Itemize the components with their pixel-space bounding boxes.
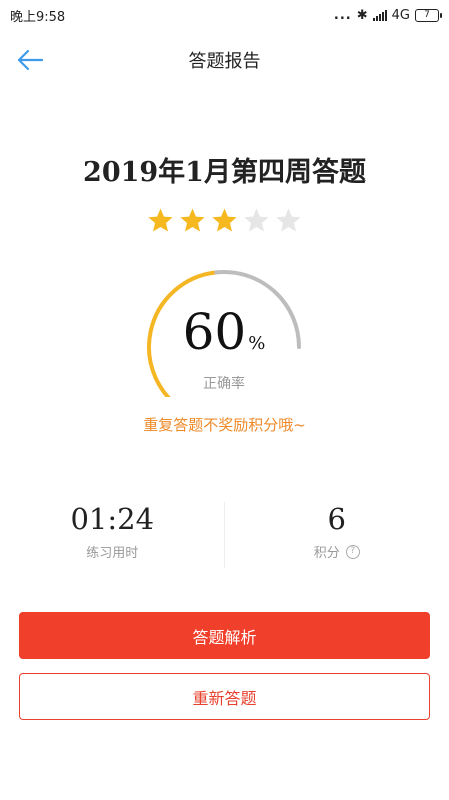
star-filled-icon — [212, 208, 237, 232]
points-stat: 6 积分 ? — [225, 500, 449, 570]
star-filled-icon — [180, 208, 205, 232]
answer-analysis-label: 答题解析 — [192, 627, 257, 647]
star-empty-icon — [244, 208, 269, 232]
status-bar: 晚上9:58 ... ✱ 4G 7 — [0, 0, 449, 30]
accuracy-value: 60% — [140, 307, 308, 357]
retry-quiz-label: 重新答题 — [192, 688, 257, 708]
stats-panel: 01:24 练习用时 6 积分 ? — [0, 500, 449, 570]
accuracy-gauge: 60% 正确率 — [140, 267, 308, 397]
no-reward-note: 重复答题不奖励积分哦~ — [143, 416, 306, 434]
bluetooth-icon: ✱ — [356, 7, 368, 23]
accuracy-label: 正确率 — [203, 376, 245, 392]
practice-time-label: 练习用时 — [86, 546, 139, 561]
more-dots-icon: ... — [333, 7, 352, 23]
signal-icon — [372, 9, 387, 21]
practice-time-value: 01:24 — [70, 502, 155, 536]
retry-quiz-button[interactable]: 重新答题 — [19, 673, 430, 720]
header: 答题报告 — [0, 38, 449, 82]
battery-icon: 7 — [415, 8, 442, 22]
quiz-title: 2019年1月第四周答题 — [83, 157, 366, 188]
star-rating — [0, 207, 449, 234]
status-icons: ... ✱ 4G 7 — [333, 7, 442, 23]
practice-time-stat: 01:24 练习用时 — [0, 500, 225, 570]
network-type: 4G — [391, 7, 410, 23]
star-empty-icon — [276, 208, 301, 232]
star-filled-icon — [148, 208, 173, 232]
points-label: 积分 — [313, 546, 340, 561]
back-button[interactable] — [14, 46, 46, 74]
points-value: 6 — [327, 502, 346, 536]
page-title: 答题报告 — [188, 51, 261, 72]
accuracy-number: 60 — [182, 303, 247, 361]
accuracy-unit: % — [248, 333, 266, 354]
status-time: 晚上9:58 — [10, 9, 66, 25]
answer-analysis-button[interactable]: 答题解析 — [19, 612, 430, 659]
arrow-left-icon — [17, 49, 44, 71]
help-icon[interactable]: ? — [345, 544, 360, 559]
